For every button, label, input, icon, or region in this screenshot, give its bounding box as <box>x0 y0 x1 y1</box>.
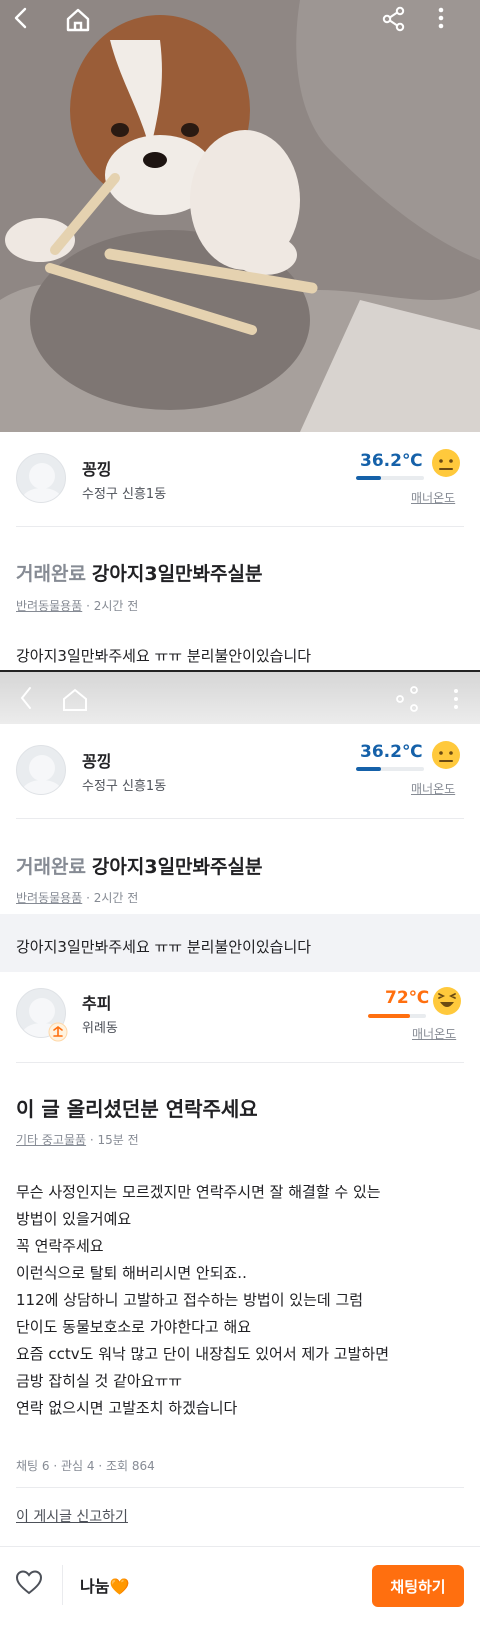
manner-temperature-bar <box>356 767 424 771</box>
back-icon[interactable] <box>10 6 46 42</box>
seller-nickname: 꽁낑 <box>82 752 112 771</box>
post-stats: 채팅 6 · 관심 4 · 조회 864 <box>16 1459 155 1473</box>
share-icon[interactable] <box>381 6 417 42</box>
body-line: 단이도 동물보호소로 가야한다고 해요 <box>16 1318 252 1336</box>
verified-badge-icon <box>48 1022 68 1042</box>
report-post-link[interactable]: 이 게시글 신고하기 <box>16 1506 128 1526</box>
post-title-text: 강아지3일만봐주실분 <box>91 563 263 585</box>
post-category[interactable]: 반려동물용품 <box>16 599 82 613</box>
post-meta: 반려동물용품 · 2시간 전 <box>16 599 139 613</box>
seller-profile-repeat[interactable]: 꽁낑 수정구 신흥1동 36.2℃ 매너온도 <box>0 724 480 818</box>
laughing-face-icon <box>433 987 461 1015</box>
body-line: 꼭 연락주세요 <box>16 1237 104 1255</box>
writer-region: 위례동 <box>82 1021 118 1036</box>
manner-temperature: 72℃ <box>385 988 430 1008</box>
manner-temperature-label[interactable]: 매너온도 <box>412 1025 456 1042</box>
post-time: 2시간 전 <box>93 599 139 613</box>
top-navigation-bar <box>0 0 480 48</box>
faded-top-bar <box>0 672 480 724</box>
product-photo[interactable] <box>0 0 480 432</box>
deal-status: 거래완료 <box>16 856 86 878</box>
seller-profile[interactable]: 꽁낑 수정구 신흥1동 36.2℃ 매너온도 <box>0 432 480 526</box>
post-time: 2시간 전 <box>93 891 139 905</box>
post-meta: 반려동물용품 · 2시간 전 <box>16 891 139 905</box>
neutral-face-icon <box>432 449 460 477</box>
neutral-face-icon <box>432 741 460 769</box>
post-title: 거래완료 강아지3일만봐주실분 <box>16 852 262 879</box>
body-line: 연락 없으시면 고발조치 하겠습니다 <box>16 1399 238 1417</box>
manner-temperature-label[interactable]: 매너온도 <box>411 489 455 506</box>
post-time: 15분 전 <box>97 1133 139 1147</box>
comment-post-meta: 기타 중고물품 · 15분 전 <box>16 1133 139 1147</box>
chat-button[interactable]: 채팅하기 <box>372 1565 464 1607</box>
post-body: 강아지3일만봐주세요 ㅠㅠ 분리불안이있습니다 <box>16 647 312 665</box>
deal-status: 거래완료 <box>16 563 86 585</box>
post-title: 거래완료 강아지3일만봐주실분 <box>16 559 262 586</box>
bottom-action-bar: 나눔🧡 채팅하기 <box>0 1546 480 1627</box>
manner-temperature-bar <box>368 1014 426 1018</box>
heart-icon[interactable] <box>14 1567 44 1597</box>
avatar <box>16 453 66 503</box>
separator <box>62 1565 63 1605</box>
manner-temperature-label[interactable]: 매너온도 <box>411 780 455 797</box>
post-category[interactable]: 반려동물용품 <box>16 891 82 905</box>
divider <box>16 1487 464 1488</box>
body-line: 방법이 있을거예요 <box>16 1210 132 1228</box>
more-vertical-icon[interactable] <box>436 6 472 42</box>
body-line: 112에 상담하니 고발하고 접수하는 방법이 있는데 그럼 <box>16 1291 364 1309</box>
manner-temperature-bar <box>356 476 424 480</box>
price-label: 나눔🧡 <box>80 1577 130 1596</box>
post-category[interactable]: 기타 중고물품 <box>16 1133 86 1147</box>
body-line: 이런식으로 탈퇴 해버리시면 안되죠.. <box>16 1264 247 1282</box>
divider <box>16 526 464 527</box>
writer-nickname: 추피 <box>82 994 112 1013</box>
dog-photo-image <box>0 0 480 432</box>
home-icon[interactable] <box>64 6 100 42</box>
divider <box>16 818 464 819</box>
manner-temperature: 36.2℃ <box>360 742 423 762</box>
body-line: 금방 잡히실 것 같아요ㅠㅠ <box>16 1372 183 1390</box>
seller-region: 수정구 신흥1동 <box>82 779 167 794</box>
post-title-text: 강아지3일만봐주실분 <box>91 856 263 878</box>
comment-post-title: 이 글 올리셨던분 연락주세요 <box>16 1097 258 1121</box>
post-body: 강아지3일만봐주세요 ㅠㅠ 분리불안이있습니다 <box>16 938 312 956</box>
divider <box>16 1062 464 1063</box>
body-line: 요즘 cctv도 워낙 많고 단이 내장칩도 있어서 제가 고발하면 <box>16 1345 389 1363</box>
seller-nickname: 꽁낑 <box>82 460 112 479</box>
manner-temperature: 36.2℃ <box>360 451 423 471</box>
avatar <box>16 745 66 795</box>
seller-region: 수정구 신흥1동 <box>82 487 167 502</box>
writer-profile[interactable]: 추피 위례동 72℃ 매너온도 <box>0 972 480 1066</box>
body-line: 무슨 사정인지는 모르겠지만 연락주시면 잘 해결할 수 있는 <box>16 1183 381 1201</box>
